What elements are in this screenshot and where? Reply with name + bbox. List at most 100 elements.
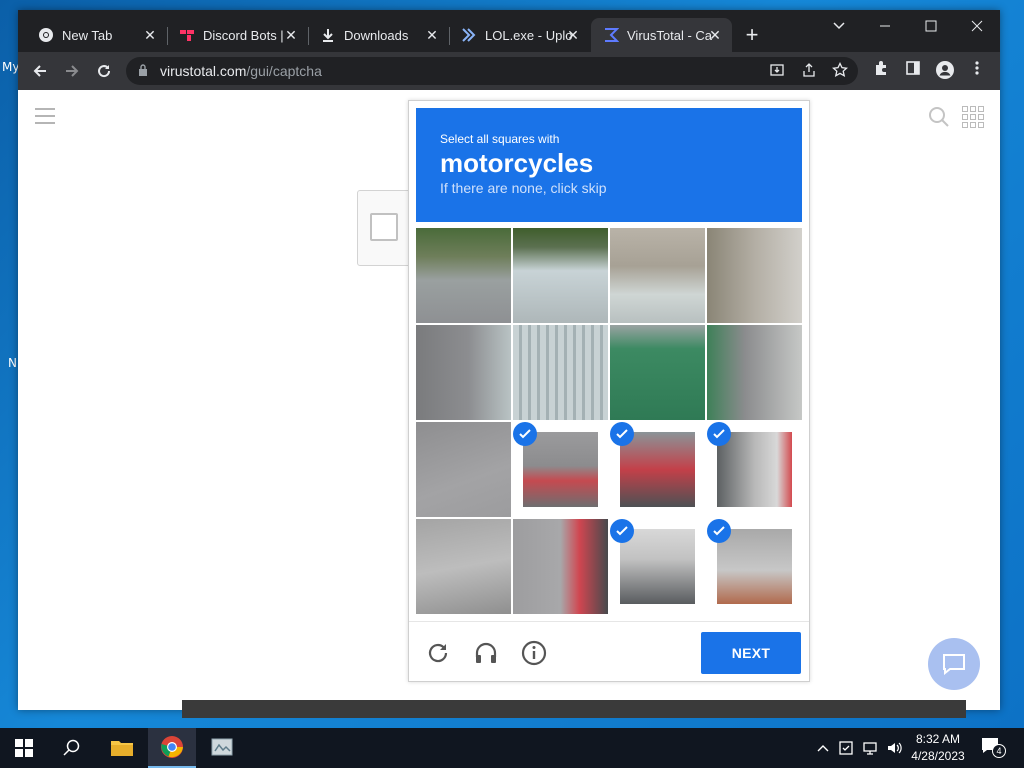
taskbar-clock[interactable]: 8:32 AM 4/28/2023 (906, 731, 970, 765)
tab-title: LOL.exe - Uplo (485, 27, 573, 43)
bookmark-star-icon[interactable] (831, 61, 849, 80)
desktop-icon-label[interactable]: N (8, 356, 17, 370)
captcha-tile[interactable] (610, 228, 705, 323)
file-explorer-button[interactable] (98, 728, 146, 768)
apps-grid-icon[interactable] (962, 106, 984, 128)
tab-strip: New Tab ✕ Discord Bots | ✕ Downloads ✕ L… (18, 10, 1000, 52)
refresh-icon[interactable] (425, 640, 451, 666)
extensions-icon[interactable] (870, 60, 892, 82)
chrome-taskbar-button[interactable] (148, 728, 196, 768)
lock-icon[interactable] (138, 64, 148, 76)
captcha-challenge: Select all squares with motorcycles If t… (408, 100, 810, 682)
close-icon[interactable]: ✕ (564, 26, 582, 44)
hamburger-menu-icon[interactable] (35, 108, 55, 124)
captcha-target-object: motorcycles (440, 148, 594, 178)
download-icon (320, 27, 336, 43)
arrow-left-icon (33, 65, 46, 77)
address-bar[interactable]: virustotal.com/gui/captcha (126, 57, 858, 85)
reload-button[interactable] (91, 58, 117, 84)
close-icon[interactable]: ✕ (141, 26, 159, 44)
tab-title: Discord Bots | (203, 27, 284, 43)
captcha-tile[interactable] (707, 325, 802, 420)
chevron-up-icon (817, 745, 829, 752)
close-icon[interactable]: ✕ (423, 26, 441, 44)
captcha-tile[interactable] (513, 422, 608, 517)
captcha-tile[interactable] (707, 228, 802, 323)
taskbar-search-button[interactable] (48, 728, 96, 768)
captcha-tile[interactable] (707, 519, 802, 614)
chat-icon (943, 654, 965, 675)
tab-downloads[interactable]: Downloads ✕ (308, 18, 449, 52)
chat-bubble-button[interactable] (928, 638, 980, 690)
search-icon (63, 739, 80, 756)
start-button[interactable] (0, 728, 48, 768)
tab-discord-bots[interactable]: Discord Bots | ✕ (167, 18, 308, 52)
check-icon (513, 422, 537, 446)
captcha-checkbox[interactable] (370, 213, 398, 241)
notification-center-button[interactable]: 4 (980, 736, 1006, 760)
captcha-tile[interactable] (416, 228, 511, 323)
url-host: virustotal.com (160, 63, 247, 79)
captcha-tile[interactable] (513, 325, 608, 420)
forward-button[interactable] (59, 58, 85, 84)
profile-avatar-icon[interactable] (934, 60, 956, 82)
captcha-tile[interactable] (416, 422, 511, 517)
close-icon[interactable]: ✕ (706, 26, 724, 44)
desktop-icon-label[interactable]: My (2, 60, 19, 74)
side-panel-icon[interactable] (902, 60, 924, 82)
check-icon (707, 422, 731, 446)
close-icon (971, 20, 983, 32)
captcha-tile[interactable] (416, 325, 511, 420)
menu-dots-icon[interactable] (966, 60, 988, 82)
network-icon[interactable] (860, 728, 880, 768)
clock-time: 8:32 AM (915, 732, 961, 746)
tab-lol-exe[interactable]: LOL.exe - Uplo ✕ (449, 18, 590, 52)
captcha-tile[interactable] (610, 325, 705, 420)
info-icon[interactable] (521, 640, 547, 666)
captcha-tile[interactable] (513, 519, 608, 614)
browser-toolbar: virustotal.com/gui/captcha (18, 52, 1000, 90)
close-icon[interactable]: ✕ (282, 26, 300, 44)
background-window-edge (182, 700, 966, 718)
check-icon (610, 519, 634, 543)
check-icon (707, 519, 731, 543)
chrome-icon (38, 27, 54, 43)
captcha-tile[interactable] (513, 228, 608, 323)
app-taskbar-button[interactable] (198, 728, 246, 768)
share-icon[interactable] (800, 62, 818, 80)
tab-virustotal-captcha[interactable]: VirusTotal - Ca ✕ (591, 18, 732, 52)
tab-new-tab[interactable]: New Tab ✕ (26, 18, 167, 52)
volume-icon[interactable] (884, 728, 904, 768)
page-content: Select all squares with motorcycles If t… (18, 90, 1000, 710)
security-icon[interactable] (836, 728, 856, 768)
check-icon (610, 422, 634, 446)
chevron-down-icon (833, 22, 845, 30)
tab-title: VirusTotal - Ca (627, 27, 713, 43)
reload-icon (98, 65, 111, 78)
back-button[interactable] (27, 58, 53, 84)
captcha-tile[interactable] (610, 519, 705, 614)
maximize-button[interactable] (908, 14, 954, 42)
search-icon[interactable] (928, 106, 950, 128)
browser-window: New Tab ✕ Discord Bots | ✕ Downloads ✕ L… (18, 10, 1000, 710)
captcha-tile[interactable] (610, 422, 705, 517)
captcha-instruction: Select all squares with (440, 132, 560, 146)
headphones-icon[interactable] (473, 640, 499, 666)
captcha-tile[interactable] (707, 422, 802, 517)
notification-count-badge: 4 (992, 744, 1006, 758)
next-button[interactable]: NEXT (701, 632, 801, 674)
windows-logo-icon (15, 739, 33, 757)
minimize-button[interactable] (862, 14, 908, 42)
url-text[interactable]: virustotal.com/gui/captcha (160, 63, 322, 79)
taskbar: 8:32 AM 4/28/2023 4 (0, 728, 1024, 768)
close-window-button[interactable] (954, 14, 1000, 42)
tab-title: Downloads (344, 27, 409, 43)
captcha-image-grid (416, 228, 802, 614)
virustotal-icon (603, 27, 619, 43)
captcha-tile[interactable] (416, 519, 511, 614)
new-tab-button[interactable]: + (740, 24, 764, 48)
show-hidden-icons[interactable] (814, 728, 832, 768)
tab-search-button[interactable] (816, 14, 862, 42)
install-app-icon[interactable] (768, 62, 786, 80)
folder-icon (111, 741, 133, 756)
